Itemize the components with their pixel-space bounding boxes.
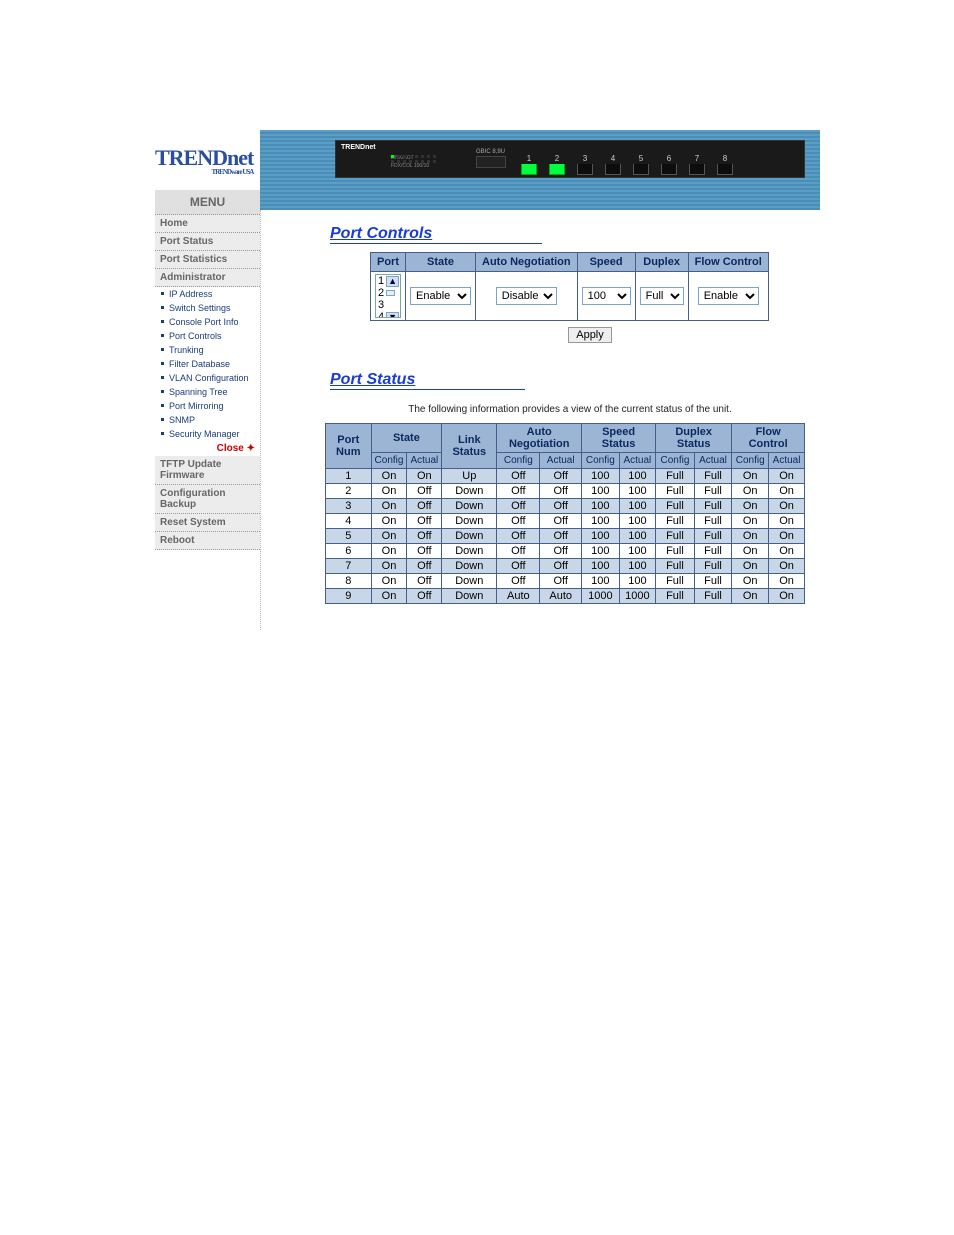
submenu-item-spanning-tree[interactable]: Spanning Tree [155,385,260,399]
duplex-select[interactable]: FullHalf [640,287,684,305]
submenu-item-snmp[interactable]: SNMP [155,413,260,427]
port-status-title: Port Status [330,371,525,390]
status-row: 6OnOffDownOffOff100100FullFullOnOn [326,544,805,559]
device-port-8 [717,164,733,175]
sidebar-menu: MENU HomePort StatusPort StatisticsAdmin… [155,190,260,550]
device-port-4 [605,164,621,175]
device-port-1 [521,164,537,175]
menu-item-reset-system[interactable]: Reset System [155,514,260,532]
status-row: 4OnOffDownOffOff100100FullFullOnOn [326,514,805,529]
menu-item-port-status[interactable]: Port Status [155,233,260,251]
menu-item-home[interactable]: Home [155,215,260,233]
speed-select[interactable]: 101001000 [582,287,631,305]
submenu-item-vlan-configuration[interactable]: VLAN Configuration [155,371,260,385]
autoneg-select[interactable]: EnableDisable [496,287,557,305]
menu-item-reboot[interactable]: Reboot [155,532,260,550]
device-port-7 [689,164,705,175]
port-status-table: Port Num State Link Status Auto Negotiat… [325,423,805,604]
status-row: 3OnOffDownOffOff100100FullFullOnOn [326,499,805,514]
device-port-6 [661,164,677,175]
submenu-item-trunking[interactable]: Trunking [155,343,260,357]
device-port-2 [549,164,565,175]
brand-logo: TRENDnet TRENDware USA [155,145,253,176]
port-controls-title: Port Controls [330,225,542,244]
state-select[interactable]: EnableDisable [410,287,471,305]
submenu-item-filter-database[interactable]: Filter Database [155,357,260,371]
close-link[interactable]: Close ✦ [155,441,260,456]
port-controls-table: PortStateAuto NegotiationSpeedDuplexFlow… [370,252,769,321]
status-row: 7OnOffDownOffOff100100FullFullOnOn [326,559,805,574]
menu-item-configuration-backup[interactable]: Configuration Backup [155,485,260,514]
apply-button[interactable]: Apply [568,327,612,343]
status-row: 2OnOffDownOffOff100100FullFullOnOn [326,484,805,499]
menu-header: MENU [155,190,260,215]
device-graphic: TRENDnet LINK/ACTFDX/COL 100/10 GBIC 8,9… [335,140,805,178]
status-row: 8OnOffDownOffOff100100FullFullOnOn [326,574,805,589]
device-port-3 [577,164,593,175]
status-row: 5OnOffDownOffOff100100FullFullOnOn [326,529,805,544]
submenu-item-security-manager[interactable]: Security Manager [155,427,260,441]
submenu-item-port-controls[interactable]: Port Controls [155,329,260,343]
submenu-item-console-port-info[interactable]: Console Port Info [155,315,260,329]
menu-item-port-statistics[interactable]: Port Statistics [155,251,260,269]
submenu-item-switch-settings[interactable]: Switch Settings [155,301,260,315]
device-port-5 [633,164,649,175]
status-row: 1OnOnUpOffOff100100FullFullOnOn [326,469,805,484]
status-row: 9OnOffDownAutoAuto10001000FullFullOnOn [326,589,805,604]
flow-select[interactable]: EnableDisable [698,287,759,305]
menu-item-tftp-update-firmware[interactable]: TFTP Update Firmware [155,456,260,485]
status-note: The following information provides a vie… [330,404,810,415]
menu-item-administrator[interactable]: Administrator [155,269,260,287]
port-select-list[interactable]: 1▲ 2 3 4▼ [375,274,401,318]
scroll-up-icon[interactable]: ▲ [386,276,399,287]
scroll-thumb[interactable] [386,290,395,296]
submenu-item-ip-address[interactable]: IP Address [155,287,260,301]
submenu-item-port-mirroring[interactable]: Port Mirroring [155,399,260,413]
scroll-down-icon[interactable]: ▼ [386,312,399,319]
